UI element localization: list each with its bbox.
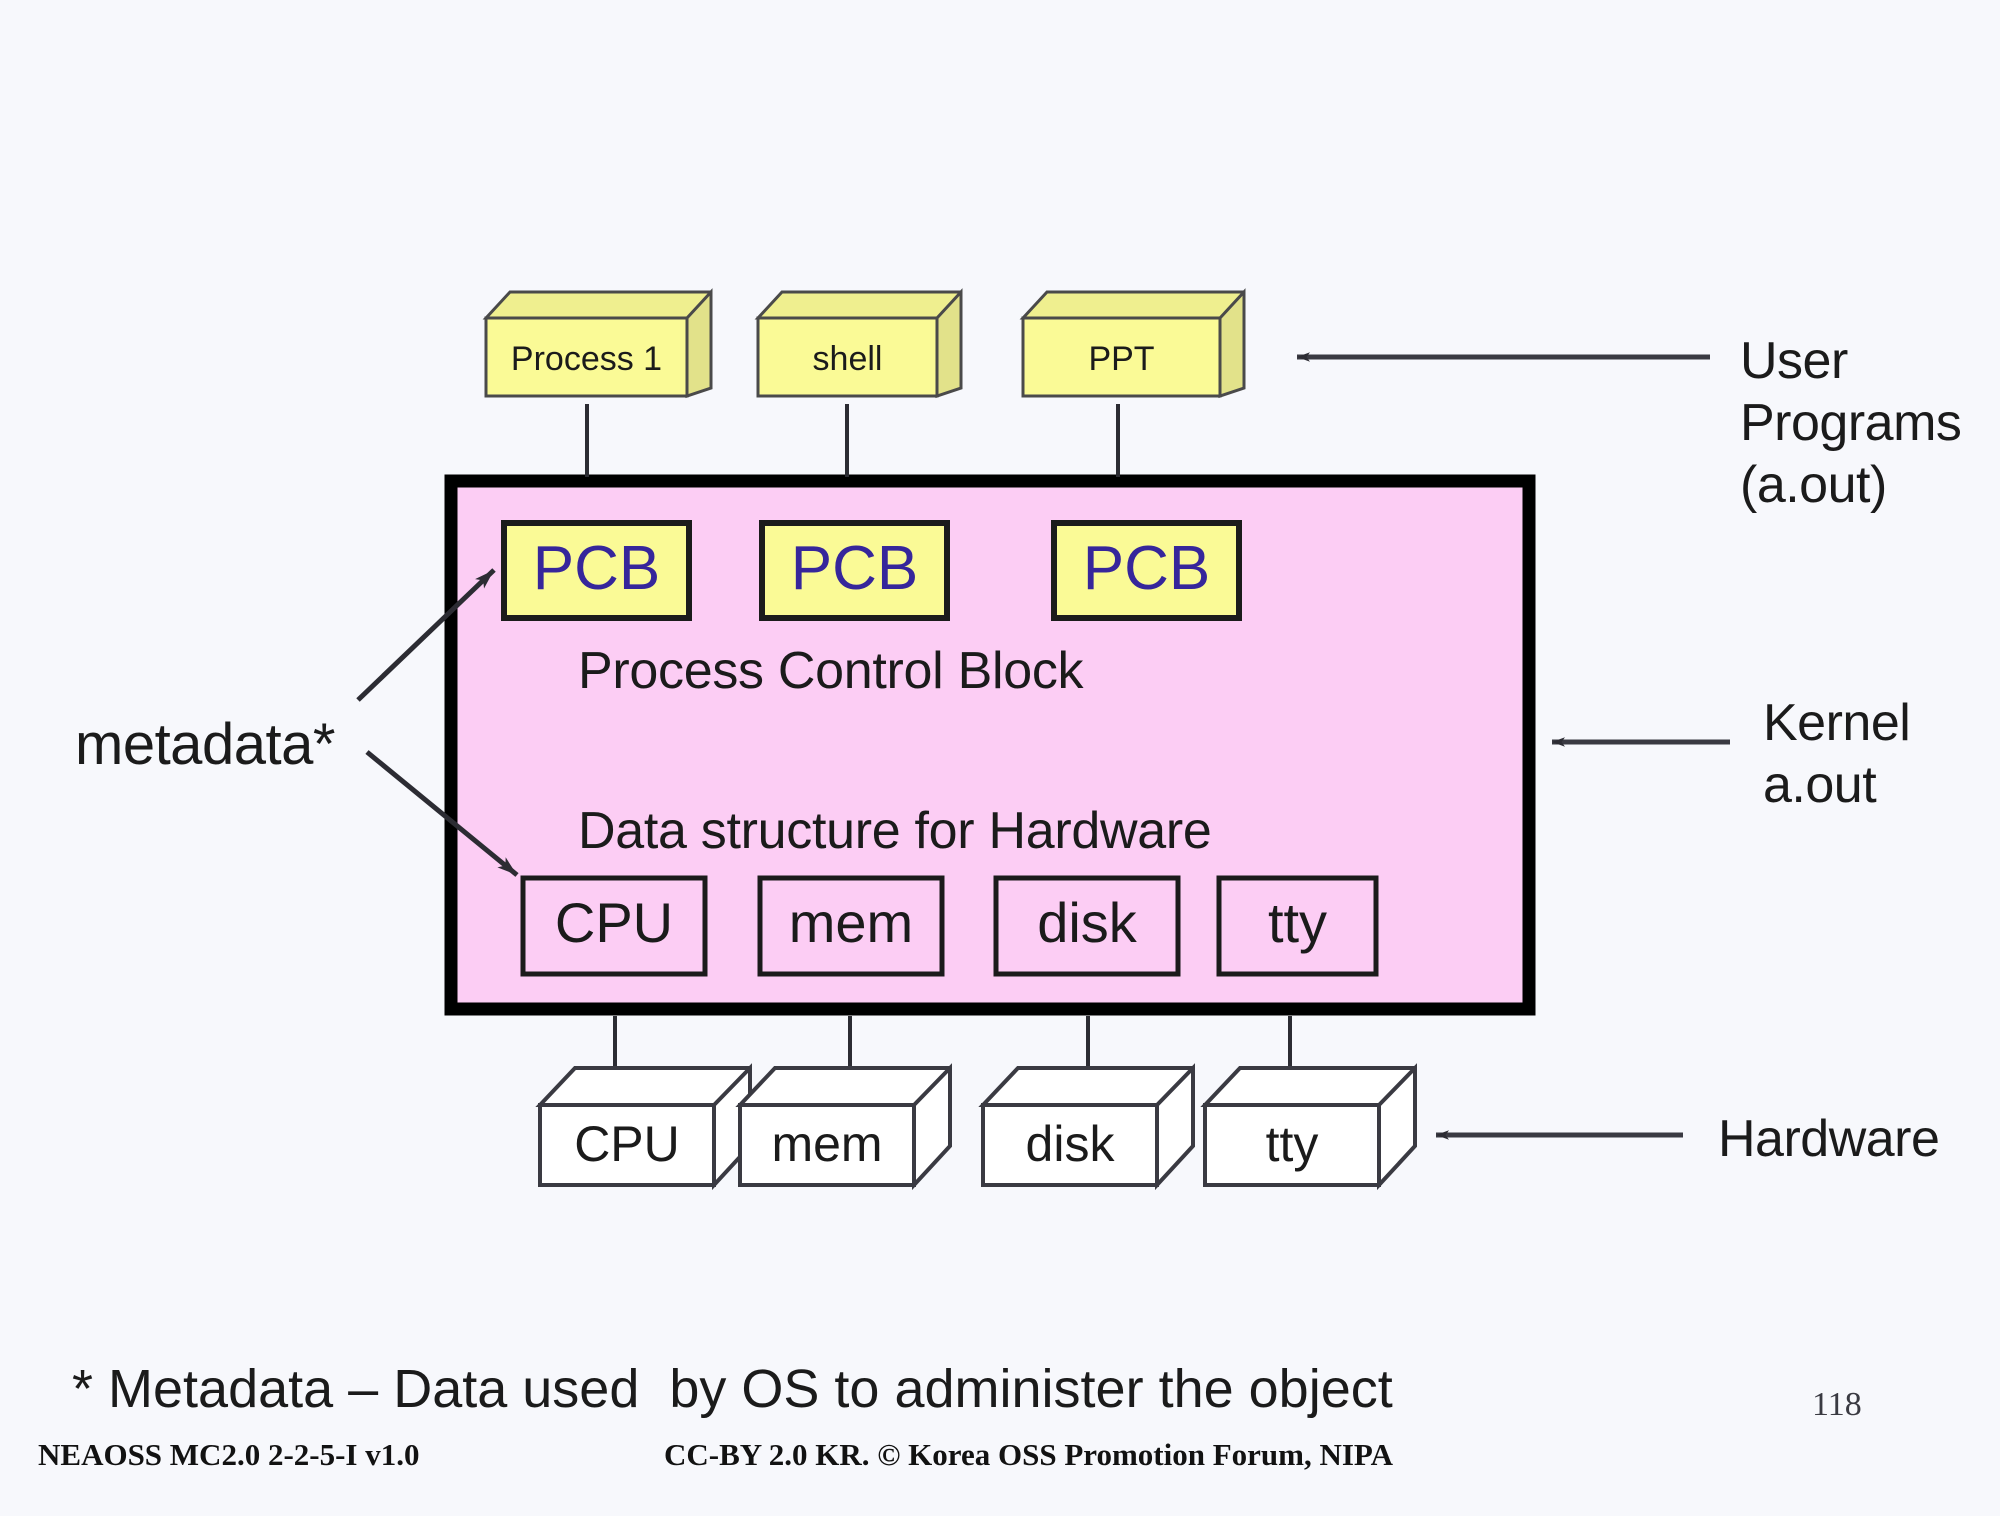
annotation-user-programs-line-2: Programs: [1740, 394, 1962, 452]
footnote-metadata-definition: * Metadata – Data used by OS to administ…: [72, 1359, 1393, 1419]
credit-license: CC-BY 2.0 KR. © Korea OSS Promotion Foru…: [664, 1437, 1393, 1472]
credit-course-code: NEAOSS MC2.0 2-2-5-I v1.0: [38, 1437, 420, 1472]
data-structure-caption: Data structure for Hardware: [578, 802, 1212, 860]
user-program-label-ppt: PPT: [1088, 340, 1155, 378]
pcb-label-2: PCB: [790, 534, 919, 603]
hardware-label-mem: mem: [771, 1116, 883, 1172]
connector-user-to-kernel: [585, 404, 1120, 477]
user-program-label-shell: shell: [812, 340, 883, 378]
hardware-label-tty: tty: [1265, 1116, 1319, 1172]
connector-kernel-to-hardware: [613, 1016, 1292, 1073]
metadata-label: metadata*: [75, 712, 335, 777]
annotation-hardware: Hardware: [1718, 1110, 1940, 1168]
data-structure-label-disk: disk: [1037, 891, 1137, 954]
data-structure-label-tty: tty: [1267, 891, 1328, 954]
annotation-kernel-line-2: a.out: [1763, 756, 1877, 814]
page-number: 118: [1812, 1386, 1862, 1423]
annotation-user-programs-line-3: (a.out): [1740, 456, 1887, 514]
annotation-kernel-line-1: Kernel: [1763, 694, 1911, 752]
pcb-caption: Process Control Block: [578, 642, 1084, 700]
user-program-label-process-1: Process 1: [510, 340, 663, 378]
annotation-user-programs-line-1: User: [1740, 332, 1848, 390]
pcb-label-3: PCB: [1082, 534, 1211, 603]
hardware-label-cpu: CPU: [574, 1116, 680, 1172]
data-structure-label-mem: mem: [788, 891, 914, 954]
slide-canvas: Process 1 shell PPT PCB PCB PCB Process …: [0, 0, 2000, 1516]
pcb-label-1: PCB: [532, 534, 661, 603]
data-structure-label-cpu: CPU: [554, 891, 674, 954]
hardware-label-disk: disk: [1025, 1116, 1115, 1172]
